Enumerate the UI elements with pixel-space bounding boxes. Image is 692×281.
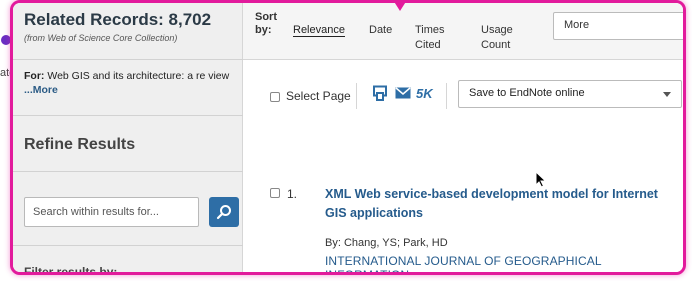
chevron-down-icon	[663, 92, 671, 97]
record-journal-link[interactable]: INTERNATIONAL JOURNAL OF GEOGRAPHICAL IN…	[325, 254, 683, 272]
record-number: 1.	[287, 187, 298, 201]
related-records-title: Related Records: 8,702	[24, 10, 212, 29]
sort-option-relevance[interactable]: Relevance	[293, 23, 345, 38]
record-authors: By: Chang, YS; Park, HD	[325, 237, 448, 249]
sort-option-times-cited[interactable]: Times Cited	[415, 23, 457, 53]
record-title-link[interactable]: XML Web service-based development model …	[325, 185, 665, 223]
mouse-cursor-icon	[535, 171, 547, 188]
more-link[interactable]: ...More	[24, 84, 58, 96]
results-panel: Select Page 5K Save to EndNote online 1.…	[243, 61, 683, 272]
filter-results-label: Filter results by:	[24, 265, 118, 275]
for-label: For:	[24, 70, 45, 82]
sidebar-divider	[13, 245, 243, 246]
sidebar-divider	[13, 115, 243, 116]
sort-bar: Sort by: Relevance Date Times Cited Usag…	[243, 3, 683, 60]
toolbar-divider	[356, 83, 357, 109]
record-checkbox[interactable]	[270, 188, 280, 198]
related-records-window: Related Records: 8,702 (from Web of Scie…	[10, 0, 686, 275]
print-icon[interactable]	[372, 85, 388, 101]
related-records-subtitle: (from Web of Science Core Collection)	[24, 33, 178, 43]
source-record-text: For: Web GIS and its architecture: a re …	[24, 69, 234, 97]
sort-by-label: Sort by:	[255, 11, 281, 37]
select-page-label[interactable]: Select Page	[286, 89, 351, 103]
refine-results-heading: Refine Results	[24, 136, 136, 153]
search-button[interactable]	[209, 197, 239, 227]
save-to-endnote-select[interactable]: Save to EndNote online	[458, 80, 682, 108]
count-label[interactable]: 5K	[416, 86, 433, 101]
select-page-checkbox[interactable]	[270, 92, 280, 102]
save-select-value: Save to EndNote online	[469, 87, 585, 99]
highlight-arrow-icon	[393, 0, 407, 11]
mail-icon[interactable]	[395, 87, 411, 99]
search-icon	[216, 205, 231, 220]
sort-option-date[interactable]: Date	[369, 23, 392, 38]
sidebar-divider	[13, 171, 243, 172]
sort-option-usage-count[interactable]: Usage Count	[481, 23, 525, 53]
for-record-title: Web GIS and its architecture: a re view	[47, 70, 230, 82]
sidebar-divider	[13, 59, 243, 60]
sort-by-text: Sort by:	[255, 11, 277, 36]
sidebar: Related Records: 8,702 (from Web of Scie…	[13, 3, 243, 272]
sort-more-dropdown[interactable]: More	[553, 12, 683, 40]
search-within-input[interactable]	[24, 197, 199, 227]
toolbar-divider	[446, 83, 447, 109]
